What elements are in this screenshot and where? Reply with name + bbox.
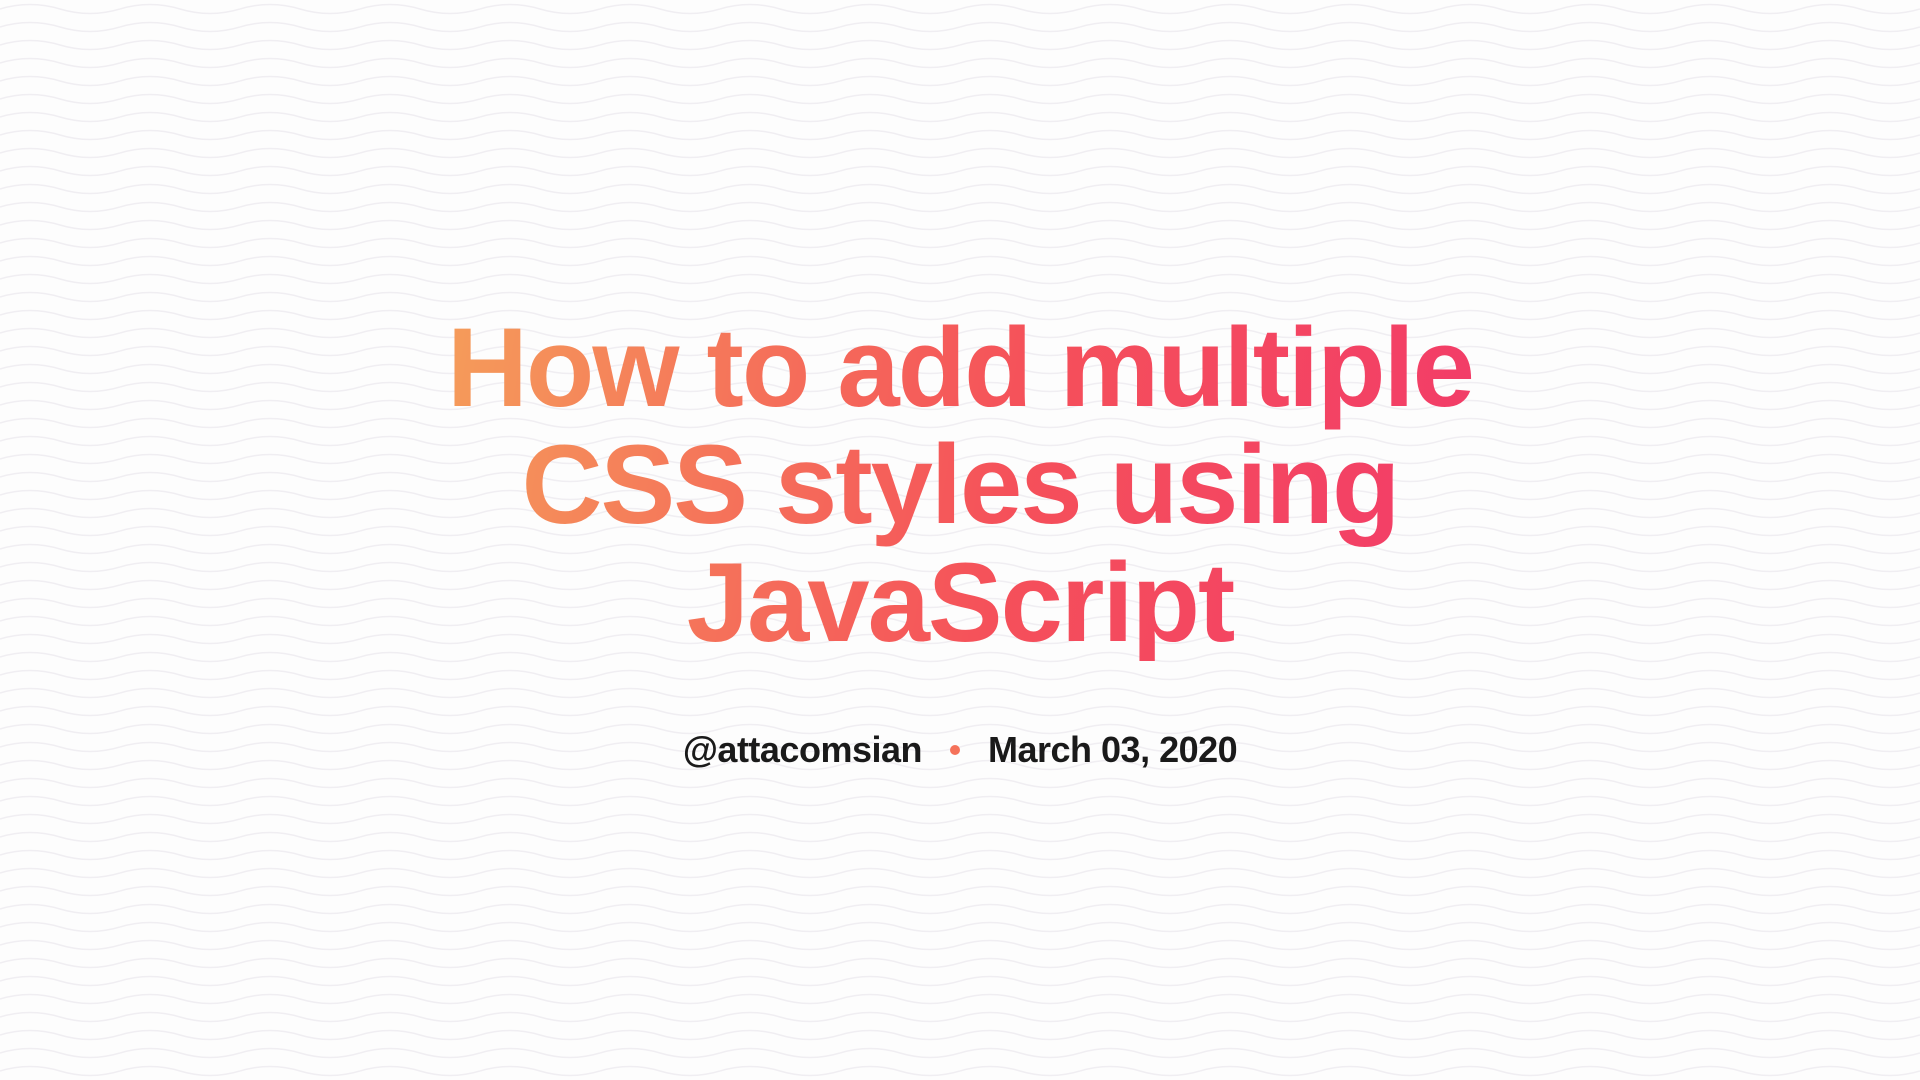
separator-dot-icon bbox=[950, 745, 960, 755]
article-card: How to add multiple CSS styles using Jav… bbox=[360, 309, 1560, 772]
article-meta: @attacomsian March 03, 2020 bbox=[420, 729, 1500, 771]
article-title: How to add multiple CSS styles using Jav… bbox=[420, 309, 1500, 662]
author-handle: @attacomsian bbox=[683, 729, 922, 771]
publish-date: March 03, 2020 bbox=[988, 729, 1237, 771]
